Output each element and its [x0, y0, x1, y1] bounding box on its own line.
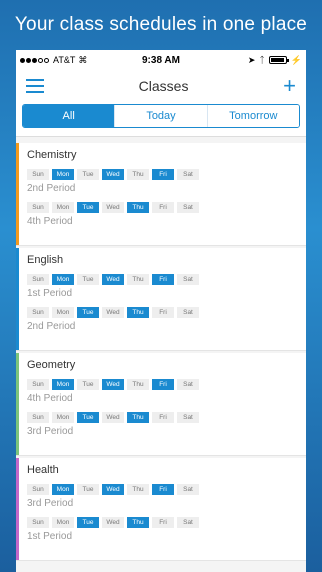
day-chip: Sat [177, 412, 199, 423]
day-chip: Sat [177, 169, 199, 180]
day-chip: Sun [27, 484, 49, 495]
day-chip: Sun [27, 169, 49, 180]
day-chip: Thu [127, 412, 149, 423]
filter-segmented-control: All Today Tomorrow [22, 104, 300, 128]
day-chip: Thu [127, 307, 149, 318]
day-chip: Fri [152, 379, 174, 390]
class-color-strip [16, 353, 19, 455]
day-chip: Fri [152, 169, 174, 180]
day-chip: Fri [152, 202, 174, 213]
tagline: Your class schedules in one place [14, 14, 308, 35]
day-chip: Sun [27, 307, 49, 318]
day-chip: Sat [177, 274, 199, 285]
class-color-strip [16, 248, 19, 350]
day-row: Sun Mon Tue Wed Thu Fri Sat [27, 169, 306, 180]
day-chip: Fri [152, 484, 174, 495]
class-name: English [27, 254, 64, 266]
class-color-strip [16, 458, 19, 560]
status-bar: AT&T ⌘ 9:38 AM ➤ ᛏ ⚡ [16, 50, 306, 70]
day-chip: Sat [177, 202, 199, 213]
day-chip: Tue [77, 412, 99, 423]
period-label: 2nd Period [27, 321, 76, 332]
day-chip: Thu [127, 517, 149, 528]
tab-today[interactable]: Today [115, 105, 208, 127]
tab-all[interactable]: All [23, 105, 116, 127]
class-name: Health [27, 464, 59, 476]
day-chip: Tue [77, 307, 99, 318]
day-chip: Sat [177, 379, 199, 390]
day-chip: Sun [27, 517, 49, 528]
day-chip: Wed [102, 307, 124, 318]
day-row: Sun Mon Tue Wed Thu Fri Sat [27, 274, 306, 285]
page-title: Classes [138, 78, 189, 94]
day-chip: Fri [152, 412, 174, 423]
day-chip: Fri [152, 274, 174, 285]
day-row: Sun Mon Tue Wed Thu Fri Sat [27, 379, 306, 390]
day-row: Sun Mon Tue Wed Thu Fri Sat [27, 484, 306, 495]
period-label: 4th Period [27, 393, 73, 404]
day-chip: Mon [52, 274, 74, 285]
day-chip: Sun [27, 379, 49, 390]
class-card[interactable]: Health Sun Mon Tue Wed Thu Fri Sat 3rd Period Sun… [16, 458, 306, 561]
day-chip: Wed [102, 202, 124, 213]
status-time: 9:38 AM [142, 54, 180, 66]
day-row: Sun Mon Tue Wed Thu Fri Sat [27, 202, 306, 213]
period-label: 1st Period [27, 531, 73, 542]
day-chip: Mon [52, 169, 74, 180]
period-label: 3rd Period [27, 498, 74, 509]
tab-tomorrow[interactable]: Tomorrow [207, 105, 299, 127]
class-name: Geometry [27, 359, 76, 371]
day-chip: Wed [102, 517, 124, 528]
day-chip: Thu [127, 169, 149, 180]
day-chip: Fri [152, 307, 174, 318]
phone-screen: AT&T ⌘ 9:38 AM ➤ ᛏ ⚡ Classes + All Today T… [16, 50, 306, 572]
day-chip: Tue [77, 484, 99, 495]
day-chip: Mon [52, 517, 74, 528]
period-label: 3rd Period [27, 426, 74, 437]
class-card[interactable]: English Sun Mon Tue Wed Thu Fri Sat 1st Period Su… [16, 248, 306, 351]
class-list: Chemistry Sun Mon Tue Wed Thu Fri Sat 2nd Period… [16, 137, 306, 561]
day-chip: Thu [127, 484, 149, 495]
day-chip: Wed [102, 412, 124, 423]
day-chip: Wed [102, 274, 124, 285]
day-chip: Tue [77, 379, 99, 390]
period-label: 4th Period [27, 216, 73, 227]
day-chip: Tue [77, 169, 99, 180]
day-chip: Tue [77, 517, 99, 528]
day-row: Sun Mon Tue Wed Thu Fri Sat [27, 517, 306, 528]
day-chip: Wed [102, 379, 124, 390]
add-class-icon[interactable]: + [283, 75, 296, 97]
day-chip: Wed [102, 484, 124, 495]
class-color-strip [16, 143, 19, 245]
day-chip: Mon [52, 379, 74, 390]
day-chip: Sat [177, 484, 199, 495]
period-label: 2nd Period [27, 183, 76, 194]
day-chip: Thu [127, 379, 149, 390]
day-chip: Tue [77, 202, 99, 213]
nav-bar: Classes + [16, 70, 306, 102]
day-chip: Tue [77, 274, 99, 285]
class-card[interactable]: Geometry Sun Mon Tue Wed Thu Fri Sat 4th Period S… [16, 353, 306, 456]
day-chip: Mon [52, 484, 74, 495]
day-chip: Mon [52, 307, 74, 318]
day-chip: Thu [127, 202, 149, 213]
battery-icon [268, 56, 289, 64]
day-chip: Fri [152, 517, 174, 528]
day-chip: Sun [27, 274, 49, 285]
period-label: 1st Period [27, 288, 73, 299]
day-chip: Sun [27, 412, 49, 423]
day-chip: Mon [52, 202, 74, 213]
day-chip: Sat [177, 517, 199, 528]
menu-icon[interactable] [26, 79, 44, 93]
day-chip: Sun [27, 202, 49, 213]
day-row: Sun Mon Tue Wed Thu Fri Sat [27, 412, 306, 423]
class-name: Chemistry [27, 149, 77, 161]
day-chip: Thu [127, 274, 149, 285]
day-chip: Mon [52, 412, 74, 423]
day-row: Sun Mon Tue Wed Thu Fri Sat [27, 307, 306, 318]
class-card[interactable]: Chemistry Sun Mon Tue Wed Thu Fri Sat 2nd Period… [16, 143, 306, 246]
day-chip: Wed [102, 169, 124, 180]
filter-bar: All Today Tomorrow [16, 102, 306, 137]
day-chip: Sat [177, 307, 199, 318]
